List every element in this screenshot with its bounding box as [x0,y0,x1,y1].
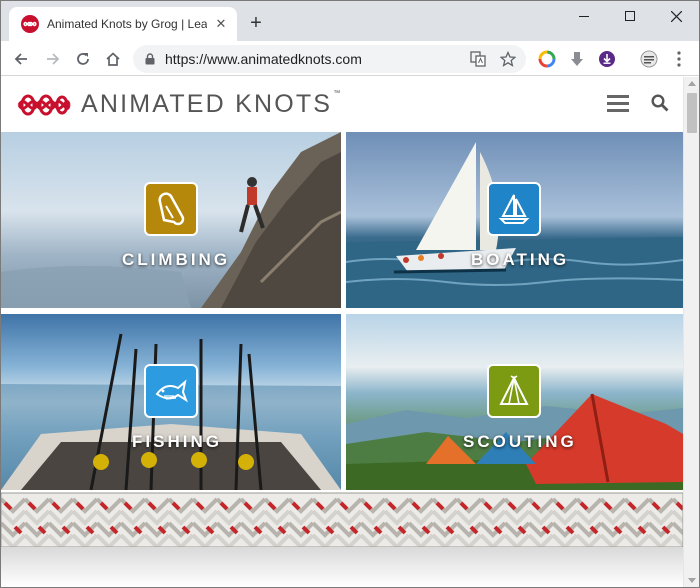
knot-logo-icon[interactable] [17,93,71,117]
address-bar[interactable]: https://www.animatedknots.com [133,45,526,73]
browser-toolbar: https://www.animatedknots.com [1,41,699,76]
category-tile-climbing[interactable]: CLIMBING [1,132,341,308]
favicon-icon [21,15,39,33]
browser-menu-icon[interactable] [669,49,689,69]
home-button[interactable] [101,47,125,71]
extension-colorwheel-icon[interactable] [537,49,557,69]
tile-label-climbing: CLIMBING [122,250,231,269]
trademark-symbol: ™ [333,90,341,97]
arrow-right-icon [47,53,60,65]
tent-icon [499,375,529,405]
hamburger-menu-icon[interactable] [607,95,629,113]
reload-icon [77,53,89,65]
site-logo-text[interactable]: ANIMATED KNOTS™ [81,90,340,119]
forward-button[interactable] [41,47,65,71]
arrow-left-icon [14,53,27,65]
scouting-badge [487,364,541,418]
downloader-extension-icon[interactable] [597,49,617,69]
close-window-button[interactable] [653,1,699,31]
tile-label-boating: BOATING [471,250,570,269]
tile-label-fishing: FISHING [132,432,222,451]
category-tile-boating[interactable]: BOATING [346,132,683,308]
maximize-icon [625,11,635,21]
tab-strip: Animated Knots by Grog | Learn ✕ + [1,1,699,41]
rope-decoration [1,492,683,548]
bookmark-star-icon[interactable] [499,50,517,68]
tile-label-scouting: SCOUTING [463,432,577,451]
lock-icon [145,53,155,65]
minimize-button[interactable] [561,1,607,31]
boating-badge [487,182,541,236]
carabiner-icon [158,192,185,226]
home-icon [106,52,120,66]
minimize-icon [579,15,589,17]
sailboat-icon [498,194,530,224]
tab-title: Animated Knots by Grog | Learn [47,17,207,31]
browser-window: Animated Knots by Grog | Learn ✕ + https… [0,0,700,588]
fish-icon [155,379,188,403]
tab-animated-knots[interactable]: Animated Knots by Grog | Learn ✕ [9,7,237,41]
category-tile-fishing[interactable]: FISHING [1,314,341,490]
back-button[interactable] [9,47,33,71]
web-page: ANIMATED KNOTS™ CLIMBING BOATING FISHING… [1,77,699,587]
tab-close-icon[interactable]: ✕ [213,16,229,32]
reload-button[interactable] [71,47,95,71]
logo-wordmark: ANIMATED KNOTS [81,90,333,118]
new-tab-button[interactable]: + [245,13,267,35]
category-tile-scouting[interactable]: SCOUTING [346,314,683,490]
scroll-thumb[interactable] [687,93,697,133]
translate-icon[interactable] [469,50,487,68]
fishing-badge [144,364,198,418]
site-header: ANIMATED KNOTS™ [1,77,683,132]
close-icon [670,10,682,22]
page-scrollbar[interactable] [683,77,699,587]
profile-avatar-icon[interactable] [639,49,659,69]
url-text: https://www.animatedknots.com [165,51,362,67]
scroll-down-arrow-icon[interactable] [688,578,696,583]
climbing-badge [144,182,198,236]
maximize-button[interactable] [607,1,653,31]
search-icon[interactable] [651,94,669,112]
download-arrow-icon[interactable] [567,49,587,69]
rope-shadow [1,547,683,587]
scroll-up-arrow-icon[interactable] [688,81,696,86]
